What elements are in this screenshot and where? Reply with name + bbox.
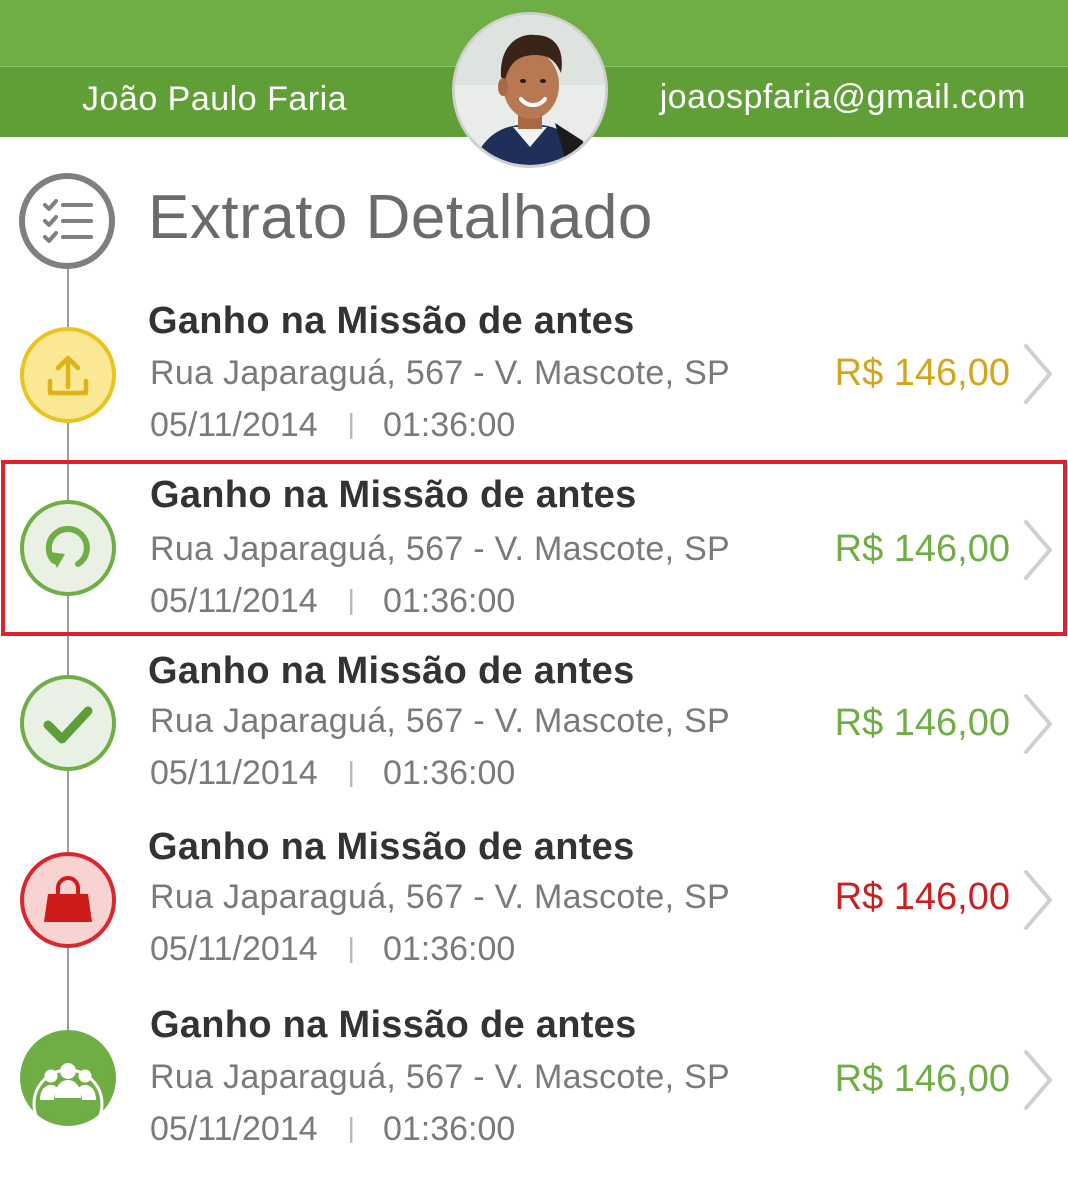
datetime-separator: |	[347, 584, 355, 615]
transaction-row[interactable]: Ganho na Missão de antes Rua Japaraguá, …	[0, 638, 1068, 812]
transaction-row[interactable]: Ganho na Missão de antes Rua Japaraguá, …	[0, 290, 1068, 464]
datetime-separator: |	[347, 408, 355, 439]
upload-icon	[20, 327, 116, 423]
transaction-title: Ganho na Missão de antes	[148, 826, 635, 868]
chevron-right-icon[interactable]	[1020, 518, 1054, 582]
transaction-time: 01:36:00	[382, 1110, 516, 1148]
avatar[interactable]	[452, 12, 608, 168]
transaction-date: 05/11/2014	[150, 754, 318, 792]
transaction-date: 05/11/2014	[150, 406, 318, 444]
transaction-row[interactable]: Ganho na Missão de antes Rua Japaraguá, …	[0, 814, 1068, 988]
transaction-time: 01:36:00	[382, 930, 516, 968]
transaction-address: Rua Japaraguá, 567 - V. Mascote, SP	[150, 702, 731, 740]
transaction-time: 01:36:00	[382, 582, 516, 620]
shopping-bag-icon	[20, 852, 116, 948]
group-icon	[20, 1030, 116, 1126]
transaction-address: Rua Japaraguá, 567 - V. Mascote, SP	[150, 1058, 731, 1096]
checklist-icon	[19, 173, 115, 269]
user-name: João Paulo Faria	[82, 80, 348, 118]
transaction-address: Rua Japaraguá, 567 - V. Mascote, SP	[150, 530, 731, 568]
chevron-right-icon[interactable]	[1020, 1048, 1054, 1112]
refresh-icon	[20, 500, 116, 596]
transaction-address: Rua Japaraguá, 567 - V. Mascote, SP	[150, 354, 731, 392]
transaction-time: 01:36:00	[382, 406, 516, 444]
transaction-datetime: 05/11/2014 | 01:36:00	[150, 930, 515, 969]
page-title: Extrato Detalhado	[148, 183, 653, 252]
chevron-right-icon[interactable]	[1020, 342, 1054, 406]
transaction-datetime: 05/11/2014 | 01:36:00	[150, 1110, 515, 1149]
transaction-title: Ganho na Missão de antes	[148, 650, 635, 692]
transaction-datetime: 05/11/2014 | 01:36:00	[150, 582, 515, 621]
transaction-date: 05/11/2014	[150, 930, 318, 968]
transaction-time: 01:36:00	[382, 754, 516, 792]
transaction-datetime: 05/11/2014 | 01:36:00	[150, 754, 515, 793]
datetime-separator: |	[347, 932, 355, 963]
checkmark-icon	[20, 675, 116, 771]
transaction-title: Ganho na Missão de antes	[150, 1004, 637, 1046]
transaction-date: 05/11/2014	[150, 582, 318, 620]
transaction-datetime: 05/11/2014 | 01:36:00	[150, 406, 515, 445]
transaction-row[interactable]: Ganho na Missão de antes Rua Japaraguá, …	[0, 992, 1068, 1166]
chevron-right-icon[interactable]	[1020, 868, 1054, 932]
transaction-amount: R$ 146,00	[834, 876, 1010, 918]
transaction-date: 05/11/2014	[150, 1110, 318, 1148]
chevron-right-icon[interactable]	[1020, 692, 1054, 756]
transaction-amount: R$ 146,00	[834, 528, 1010, 570]
avatar-photo-icon	[455, 15, 605, 165]
transaction-title: Ganho na Missão de antes	[150, 474, 637, 516]
datetime-separator: |	[347, 1112, 355, 1143]
transaction-title: Ganho na Missão de antes	[148, 300, 635, 342]
transaction-address: Rua Japaraguá, 567 - V. Mascote, SP	[150, 878, 731, 916]
datetime-separator: |	[347, 756, 355, 787]
transaction-amount: R$ 146,00	[834, 702, 1010, 744]
transaction-amount: R$ 146,00	[834, 1058, 1010, 1100]
user-email: joaospfaria@gmail.com	[659, 78, 1026, 116]
transaction-row-selected[interactable]: Ganho na Missão de antes Rua Japaraguá, …	[0, 464, 1068, 638]
transaction-amount: R$ 146,00	[834, 352, 1010, 394]
